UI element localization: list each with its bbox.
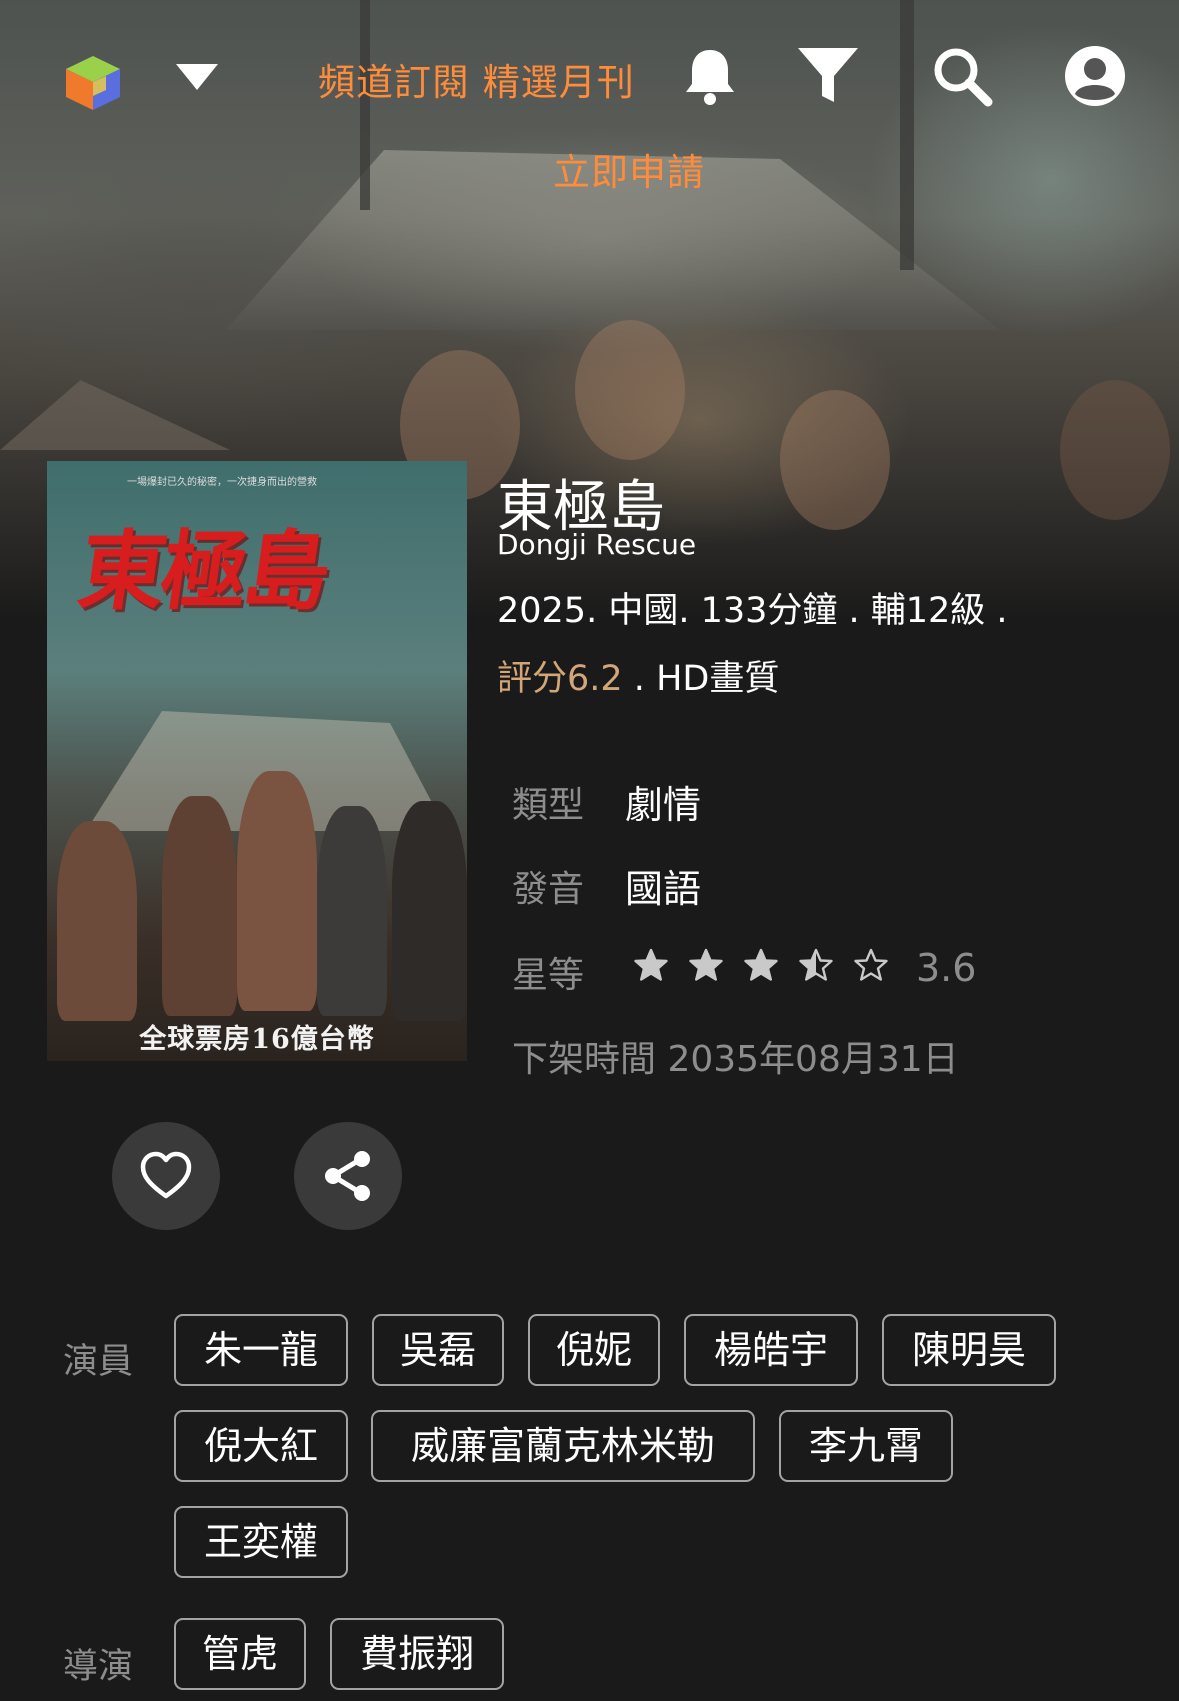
movie-subtitle: Dongji Rescue [497,528,697,561]
star-icon [854,948,888,981]
share-button[interactable] [294,1122,402,1230]
cast-chip[interactable]: 吳磊 [372,1314,504,1386]
cast-chip[interactable]: 李九霄 [779,1410,953,1482]
account-icon[interactable] [1063,44,1127,108]
stars-label: 星等 [512,955,585,996]
expiry-date: 下架時間 2035年08月31日 [512,1039,959,1080]
star-icon [634,948,668,981]
audio-value: 國語 [625,867,702,911]
star-rating [634,948,909,982]
genre-label: 類型 [512,785,585,826]
cast-chip[interactable]: 朱一龍 [174,1314,348,1386]
hero-figure [575,320,685,460]
poster-figure [392,801,467,1021]
poster-figure [57,821,137,1021]
caret-down-icon[interactable] [176,64,218,90]
bell-icon[interactable] [678,44,742,108]
separator: . [622,659,657,699]
movie-poster[interactable]: 一場爆封已久的秘密，一次捷身而出的營救 東極島 全球票房16億台幣 [47,461,467,1061]
director-label: 導演 [63,1647,134,1687]
star-icon [799,948,833,981]
cast-chip[interactable]: 倪大紅 [174,1410,348,1482]
movie-score-quality: 評分6.2 . HD畫質 [497,650,779,701]
hero-figure [780,390,890,530]
heart-icon [140,1151,192,1199]
movie-meta: 2025. 中國. 133分鐘 . 輔12級 . [497,591,1008,631]
movie-score: 評分6.2 [497,659,623,699]
colored-cube-icon[interactable] [62,52,124,114]
favorite-button[interactable] [112,1122,220,1230]
movie-quality: HD畫質 [656,659,780,699]
cast-chip[interactable]: 倪妮 [528,1314,660,1386]
filter-icon[interactable] [796,44,860,108]
poster-figure [162,796,237,1016]
director-chip[interactable]: 管虎 [174,1618,306,1690]
top-bar: 頻道訂閱 精選月刊 立即申請 [0,0,1179,194]
star-icon [689,948,723,981]
star-rating-value: 3.6 [916,946,977,990]
search-icon[interactable] [930,44,994,108]
genre-value: 劇情 [625,783,702,827]
cast-chip[interactable]: 楊皓宇 [684,1314,858,1386]
poster-figure [237,771,317,1011]
cast-chip[interactable]: 王奕權 [174,1506,348,1578]
poster-title-art: 東極島 [72,521,333,622]
hero-figure [1060,380,1170,520]
director-chip[interactable]: 費振翔 [330,1618,504,1690]
poster-caption: 全球票房16億台幣 [139,1024,375,1055]
poster-tagline: 一場爆封已久的秘密，一次捷身而出的營救 [127,477,317,488]
promo-apply-link[interactable]: 立即申請 [553,142,705,196]
star-icon [744,948,778,981]
promo-link[interactable]: 頻道訂閱 精選月刊 [318,52,635,106]
hero-roof-shape [0,380,230,450]
audio-label: 發音 [512,869,585,910]
share-icon [325,1151,370,1201]
poster-figure [317,806,387,1016]
cast-chip[interactable]: 威廉富蘭克林米勒 [371,1410,755,1482]
cast-label: 演員 [63,1342,134,1382]
cast-chip[interactable]: 陳明昊 [882,1314,1056,1386]
